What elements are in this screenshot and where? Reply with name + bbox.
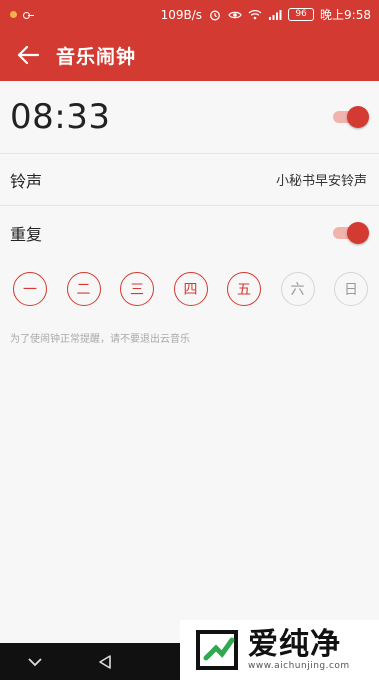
alarm-time-row[interactable]: 08:33 — [0, 81, 379, 154]
status-bar: 109B/s 96 晚上9:58 — [0, 0, 379, 29]
wifi-icon — [248, 9, 262, 21]
day-friday[interactable]: 五 — [227, 272, 261, 306]
watermark-title: 爱纯净 — [248, 627, 341, 663]
signal-icon — [268, 9, 282, 21]
repeat-days: 一 二 三 四 五 六 日 — [13, 272, 368, 306]
status-right: 109B/s 96 晚上9:58 — [161, 6, 371, 23]
alarm-time[interactable]: 08:33 — [10, 97, 110, 137]
status-left — [10, 10, 34, 20]
day-tuesday[interactable]: 二 — [66, 272, 101, 306]
ringtone-label: 铃声 — [10, 171, 43, 191]
key-icon — [23, 10, 34, 20]
repeat-enabled-toggle[interactable] — [331, 222, 369, 244]
day-thursday[interactable]: 四 — [173, 272, 208, 306]
back-triangle-icon — [99, 654, 111, 669]
repeat-row: 重复 — [0, 206, 379, 260]
toggle-knob — [347, 106, 369, 128]
day-sunday[interactable]: 日 — [334, 272, 368, 306]
alarm-enabled-toggle[interactable] — [331, 106, 369, 128]
watermark: 爱纯净 www.aichunjing.com — [180, 620, 379, 680]
watermark-logo-icon — [196, 630, 238, 670]
repeat-label: 重复 — [10, 225, 43, 244]
status-time: 晚上9:58 — [320, 8, 371, 22]
notification-dot-icon — [10, 11, 17, 18]
hint-text: 为了使闹钟正常提醒，请不要退出云音乐 — [10, 334, 190, 345]
day-monday[interactable]: 一 — [13, 272, 47, 306]
day-saturday[interactable]: 六 — [280, 272, 315, 306]
ringtone-row[interactable]: 铃声 小秘书早安铃声 — [0, 154, 379, 206]
watermark-text: 爱纯净 www.aichunjing.com — [248, 629, 350, 671]
app-bar: 音乐闹钟 — [0, 29, 379, 81]
ringtone-value: 小秘书早安铃声 — [275, 174, 367, 189]
chevron-down-icon — [28, 657, 42, 666]
alarm-clock-icon — [208, 9, 222, 21]
page-title: 音乐闹钟 — [56, 45, 137, 68]
toggle-knob — [347, 222, 369, 244]
back-arrow-icon — [17, 45, 39, 65]
back-button[interactable] — [0, 29, 56, 81]
nav-back-button[interactable] — [70, 643, 140, 680]
battery-icon: 96 — [288, 8, 315, 21]
network-speed: 109B/s — [160, 7, 203, 22]
watermark-url: www.aichunjing.com — [248, 660, 350, 671]
eye-icon — [228, 9, 242, 21]
day-wednesday[interactable]: 三 — [120, 272, 154, 306]
nav-collapse-button[interactable] — [0, 643, 70, 680]
